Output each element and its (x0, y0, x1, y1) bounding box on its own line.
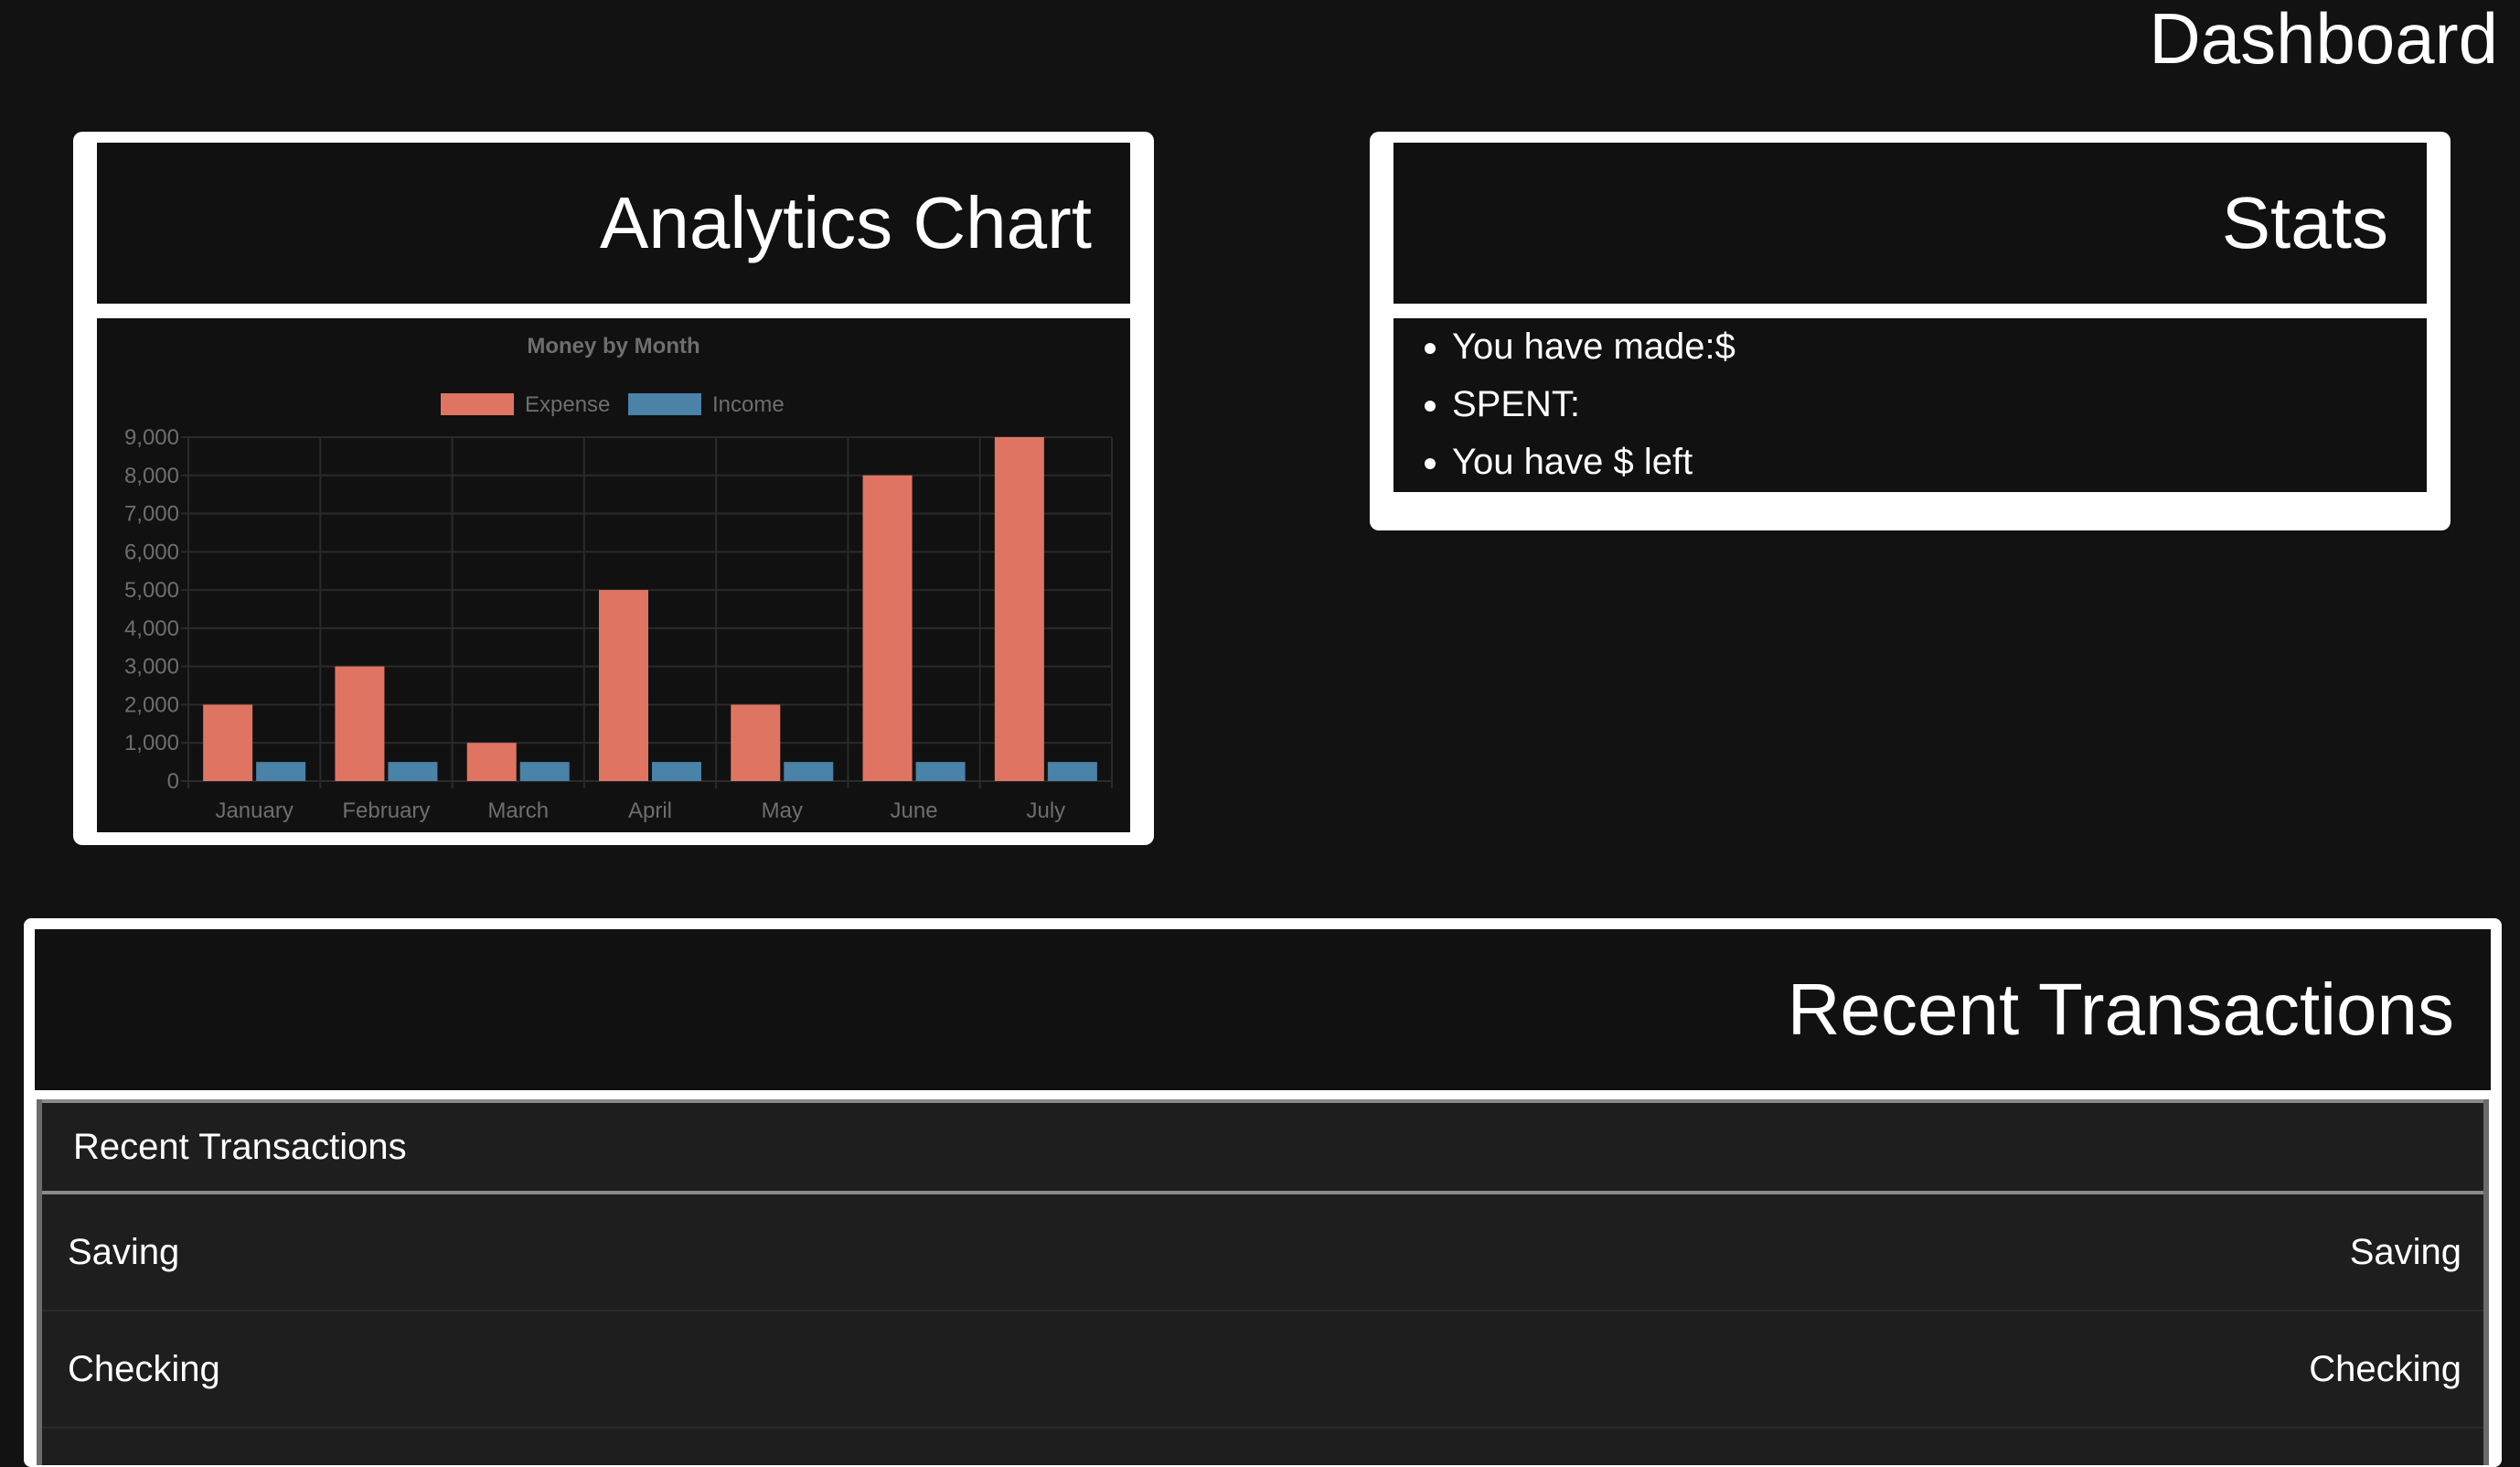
stats-card-header: Stats (1393, 143, 2427, 304)
bar-income-april (652, 762, 701, 781)
y-tick-label: 6,000 (124, 540, 179, 564)
bar-income-june (915, 762, 966, 781)
legend-label-income: Income (712, 392, 785, 417)
transaction-row[interactable]: Saving Saving (42, 1194, 2483, 1312)
x-tick-label: January (215, 798, 293, 823)
bar-expense-june (862, 475, 913, 781)
transactions-panel-title: Recent Transactions (73, 1126, 407, 1167)
y-tick-label: 4,000 (124, 616, 179, 641)
transaction-account-right: Saving (2349, 1231, 2461, 1272)
x-tick-label: March (487, 798, 549, 823)
transactions-panel-header: Recent Transactions (42, 1099, 2483, 1194)
money-by-month-chart: Money by Month Expense Income 0 1,000 2,000 3,… (124, 334, 1113, 823)
legend-swatch-expense (441, 393, 514, 415)
legend-swatch-income (628, 393, 701, 415)
transactions-panel: Recent Transactions Saving Saving Checki… (37, 1099, 2489, 1465)
y-tick-label: 8,000 (124, 464, 179, 488)
bar-expense-january (203, 704, 253, 781)
x-tick-label: June (891, 798, 938, 823)
transaction-account-left: Checking (68, 1348, 220, 1389)
y-tick-label: 1,000 (124, 731, 179, 755)
x-tick-label: February (342, 798, 430, 823)
bar-expense-february (335, 666, 385, 781)
transaction-row[interactable]: Checking Checking (42, 1312, 2483, 1429)
y-tick-label: 3,000 (124, 655, 179, 680)
stats-body: You have made:$ SPENT: You have $ left (1393, 318, 2427, 492)
transaction-account-right: Checking (2309, 1348, 2461, 1389)
bar-expense-may (731, 704, 781, 781)
y-tick-label: 9,000 (124, 425, 179, 450)
x-tick-label: May (762, 798, 803, 823)
analytics-card: Analytics Chart Money by Month Expense Inc… (73, 132, 1154, 845)
y-tick-label: 2,000 (124, 692, 179, 717)
stats-card-title: Stats (2221, 182, 2388, 263)
bar-income-may (784, 762, 834, 781)
stats-list: You have made:$ SPENT: You have $ left (1393, 318, 2427, 491)
transactions-card-header: Recent Transactions (35, 929, 2491, 1090)
analytics-card-header: Analytics Chart (97, 143, 1130, 304)
stat-made: You have made:$ (1452, 318, 2427, 376)
transaction-account-left: Saving (68, 1231, 180, 1272)
bar-expense-april (599, 590, 648, 781)
bar-expense-july (994, 437, 1044, 781)
y-tick-label: 0 (167, 769, 179, 794)
chart-container: Money by Month Expense Income 0 1,000 2,000 3,… (97, 318, 1130, 832)
stats-card: Stats You have made:$ SPENT: You have $ … (1370, 132, 2451, 530)
stat-spent: SPENT: (1452, 376, 2427, 434)
legend-label-expense: Expense (525, 392, 610, 417)
y-tick-label: 5,000 (124, 578, 179, 603)
bar-income-january (256, 762, 306, 781)
x-tick-label: July (1027, 798, 1066, 823)
x-tick-label: April (628, 798, 672, 823)
transactions-card-title: Recent Transactions (1787, 969, 2454, 1050)
transactions-card: Recent Transactions Recent Transactions … (24, 918, 2502, 1467)
y-tick-label: 7,000 (124, 502, 179, 527)
analytics-card-title: Analytics Chart (600, 182, 1092, 263)
bar-expense-march (466, 743, 517, 781)
chart-title: Money by Month (527, 334, 699, 359)
bar-income-february (388, 762, 438, 781)
bar-income-march (519, 762, 570, 781)
page-title: Dashboard (2149, 0, 2498, 79)
stat-left: You have $ left (1452, 434, 2427, 491)
bar-income-july (1047, 762, 1097, 781)
